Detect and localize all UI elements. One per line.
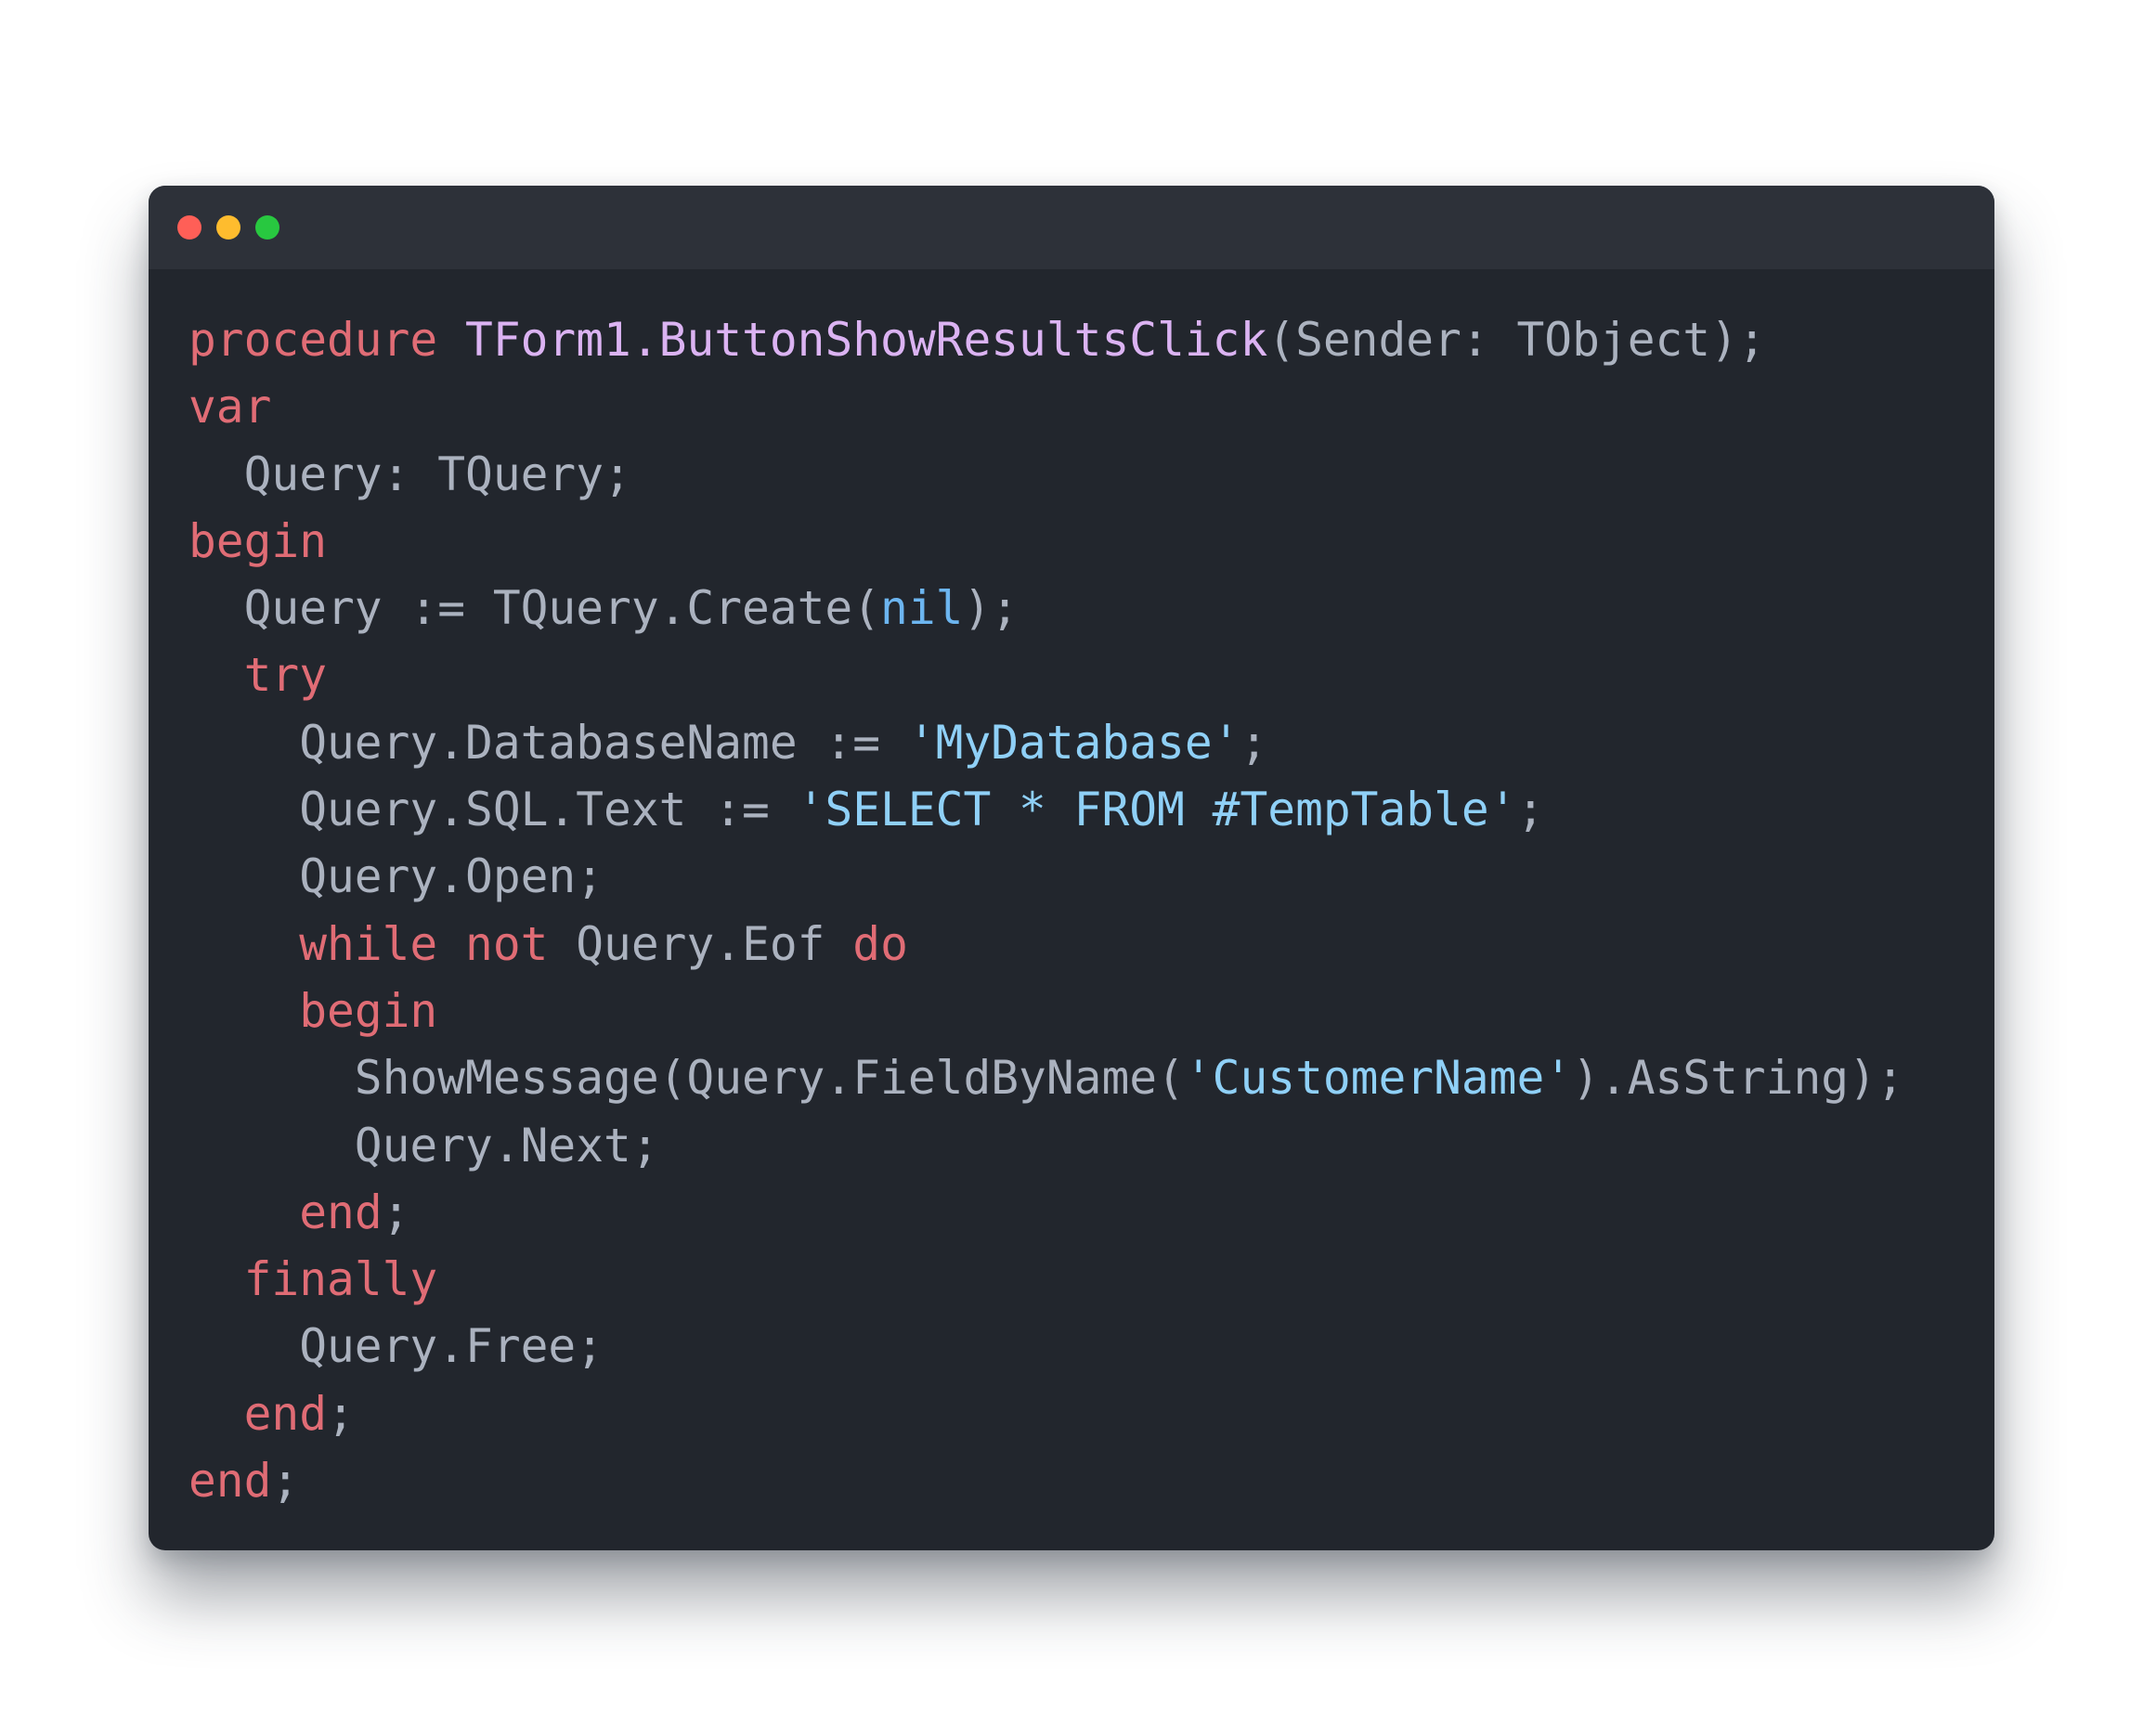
code-line: try [188, 641, 1904, 708]
code-string: 'SELECT * FROM #TempTable' [797, 783, 1517, 837]
code-keyword: end [243, 1386, 328, 1441]
code-keyword: try [243, 648, 328, 703]
code-line: begin [188, 978, 1904, 1044]
code-line: Query.SQL.Text := 'SELECT * FROM #TempTa… [188, 776, 1904, 843]
code-window: procedure TForm1.ButtonShowResultsClick(… [149, 186, 1994, 1550]
maximize-button[interactable] [255, 215, 279, 240]
code-text: ; [382, 1185, 410, 1239]
code-line: var [188, 373, 1904, 440]
code-text: ; [271, 1454, 300, 1509]
code-string: 'CustomerName' [1184, 1051, 1573, 1106]
code-keyword: end [299, 1185, 383, 1239]
code-text: ; [1516, 783, 1545, 837]
code-keyword: finally [243, 1252, 438, 1307]
code-text: Query.Eof [548, 916, 853, 971]
code-line: while not Query.Eof do [188, 911, 1904, 978]
code-line: Query.DatabaseName := 'MyDatabase'; [188, 709, 1904, 776]
code-text: ShowMessage(Query.FieldByName( [188, 1051, 1185, 1106]
code-string: 'MyDatabase' [907, 715, 1240, 770]
code-keyword: var [188, 380, 272, 434]
code-function-name: TForm1.ButtonShowResultsClick [465, 313, 1268, 367]
close-button[interactable] [177, 215, 201, 240]
code-text: Query.Next; [188, 1118, 659, 1172]
code-text: Query.SQL.Text := [188, 783, 798, 837]
code-line: end; [188, 1447, 1904, 1514]
code-line: end; [188, 1179, 1904, 1246]
code-text: Query.Open; [188, 849, 604, 904]
code-line: finally [188, 1246, 1904, 1313]
code-text: ).AsString); [1572, 1051, 1904, 1106]
code-text: Query: TQuery; [188, 447, 631, 501]
code-keyword: not [465, 916, 549, 971]
code-line: Query.Free; [188, 1313, 1904, 1380]
code-text: ; [1240, 715, 1268, 770]
code-text: Query.Free; [188, 1319, 604, 1374]
code-line: Query.Next; [188, 1112, 1904, 1179]
code-text: Query.DatabaseName := [188, 715, 908, 770]
code-keyword: do [852, 916, 908, 971]
code-line: begin [188, 508, 1904, 575]
code-keyword: begin [299, 983, 438, 1038]
code-literal: nil [880, 581, 964, 636]
window-titlebar [149, 186, 1994, 269]
code-line: Query: TQuery; [188, 441, 1904, 508]
code-line: end; [188, 1380, 1904, 1447]
code-text: Query := TQuery.Create( [188, 581, 881, 636]
code-keyword: while [299, 916, 438, 971]
code-text: ; [327, 1386, 355, 1441]
code-keyword: begin [188, 513, 328, 568]
code-line: procedure TForm1.ButtonShowResultsClick(… [188, 306, 1904, 373]
code-text: ); [963, 581, 1020, 636]
code-line: ShowMessage(Query.FieldByName('CustomerN… [188, 1044, 1904, 1111]
code-line: Query := TQuery.Create(nil); [188, 575, 1904, 641]
code-text: (Sender: TObject); [1267, 313, 1766, 367]
minimize-button[interactable] [216, 215, 240, 240]
code-line: Query.Open; [188, 843, 1904, 910]
code-block: procedure TForm1.ButtonShowResultsClick(… [188, 306, 1904, 1514]
code-keyword: end [188, 1454, 272, 1509]
code-keyword: procedure [188, 313, 438, 367]
